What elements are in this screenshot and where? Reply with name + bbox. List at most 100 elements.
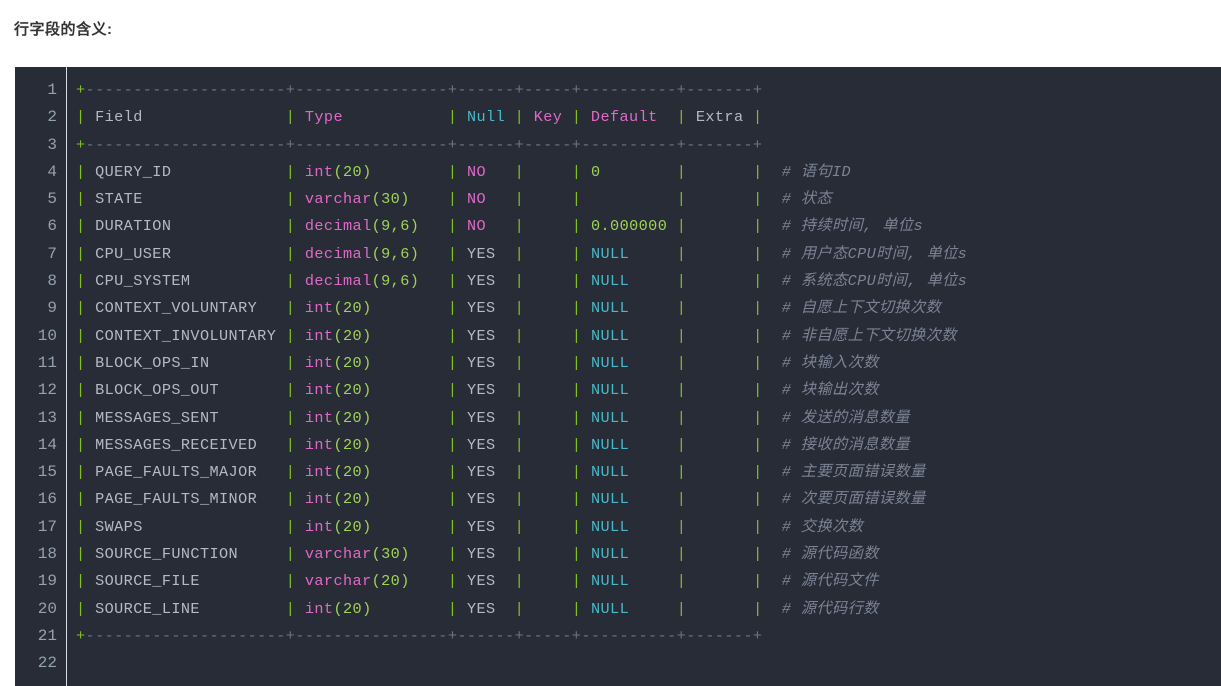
- column-separator: |: [76, 272, 86, 291]
- cell-default-pad: [629, 245, 677, 263]
- cell-null: YES: [457, 299, 515, 318]
- cell-default-gap: [581, 217, 591, 235]
- column-separator: |: [447, 599, 458, 618]
- column-separator: |: [447, 572, 458, 591]
- cell-default: NULL: [590, 599, 630, 618]
- column-separator: |: [514, 244, 525, 263]
- cell-type-name: varchar: [304, 545, 372, 564]
- row-comment: # 状态: [762, 190, 832, 209]
- row-comment: # 系统态CPU时间, 单位s: [762, 272, 968, 291]
- cell-default: NULL: [590, 326, 630, 345]
- column-separator: |: [571, 572, 582, 591]
- cell-type-args: (9,6): [371, 217, 420, 236]
- line-number: 13: [37, 408, 57, 427]
- cell-default: NULL: [590, 517, 630, 536]
- column-separator: |: [285, 162, 296, 181]
- column-separator: |: [571, 381, 582, 400]
- column-separator: |: [571, 190, 582, 209]
- column-separator: |: [753, 572, 763, 591]
- cell-type-name: int: [304, 599, 334, 618]
- cell-type-gap: [295, 299, 305, 317]
- cell-null: NO: [457, 217, 515, 236]
- code-content[interactable]: +---------------------+----------------+…: [67, 67, 1221, 686]
- table-row: | CONTEXT_VOLUNTARY | int(20) | YES | | …: [76, 295, 1221, 322]
- column-separator: |: [285, 108, 296, 127]
- cell-default-pad: [629, 463, 677, 481]
- column-separator: |: [514, 599, 525, 618]
- cell-field: DURATION: [85, 217, 286, 236]
- column-separator: |: [285, 244, 296, 263]
- column-separator: |: [76, 299, 86, 318]
- column-separator: |: [753, 599, 763, 618]
- cell-type-gap: [295, 436, 305, 454]
- column-separator: |: [753, 244, 763, 263]
- cell-default: NULL: [590, 572, 630, 591]
- line-number: 16: [37, 490, 57, 509]
- table-row: | MESSAGES_SENT | int(20) | YES | | NULL…: [76, 405, 1221, 432]
- cell-extra: [686, 327, 753, 345]
- column-separator: |: [447, 517, 458, 536]
- table-rule-top: +---------------------+----------------+…: [76, 77, 1221, 104]
- column-separator: |: [514, 353, 525, 372]
- cell-type-pad: [372, 354, 448, 372]
- cell-default: NULL: [590, 408, 630, 427]
- cell-type-args: (20): [333, 435, 372, 454]
- line-number: 5: [47, 190, 57, 209]
- line-number-gutter: 1 2 3 4 5 6 7 8 9 10 11 12 13 14 15 16 17 18 19 20 21 22: [15, 67, 67, 686]
- cell-default: 0: [590, 162, 601, 181]
- cell-field: MESSAGES_SENT: [85, 408, 286, 427]
- cell-type-args: (20): [333, 326, 372, 345]
- column-separator: |: [676, 299, 687, 318]
- column-separator: |: [285, 299, 296, 318]
- cell-extra: [686, 463, 753, 481]
- cell-type-pad: [372, 163, 448, 181]
- cell-key: [524, 490, 572, 508]
- column-separator: |: [753, 108, 763, 127]
- header-key: Key: [524, 108, 572, 127]
- column-separator: |: [285, 517, 296, 536]
- column-separator: |: [285, 353, 296, 372]
- cell-key: [524, 299, 572, 317]
- cell-key: [524, 354, 572, 372]
- column-separator: |: [676, 217, 687, 236]
- cell-extra: [686, 600, 753, 618]
- cell-null: YES: [457, 463, 515, 482]
- column-separator: |: [76, 244, 86, 263]
- cell-default-pad: [629, 518, 677, 536]
- cell-type-name: varchar: [304, 572, 372, 591]
- cell-extra: [686, 572, 753, 590]
- cell-extra: [686, 354, 753, 372]
- column-separator: |: [676, 244, 687, 263]
- row-comment: # 源代码行数: [762, 599, 879, 618]
- column-separator: |: [676, 326, 687, 345]
- column-separator: |: [676, 190, 687, 209]
- rule-dashes: ---------------------+----------------+-…: [85, 135, 763, 154]
- cell-default: NULL: [590, 490, 630, 509]
- table-row: | MESSAGES_RECEIVED | int(20) | YES | | …: [76, 432, 1221, 459]
- column-separator: |: [285, 408, 296, 427]
- row-comment: # 主要页面错误数量: [762, 463, 926, 482]
- column-separator: |: [676, 272, 687, 291]
- column-separator: |: [285, 572, 296, 591]
- cell-type-name: varchar: [304, 190, 372, 209]
- cell-type-name: decimal: [304, 244, 372, 263]
- column-separator: |: [76, 408, 86, 427]
- cell-default-gap: [581, 272, 591, 290]
- cell-field: MESSAGES_RECEIVED: [85, 435, 286, 454]
- cell-extra: [686, 272, 753, 290]
- column-separator: |: [676, 435, 687, 454]
- column-separator: |: [753, 435, 763, 454]
- column-separator: |: [285, 463, 296, 482]
- cell-null: YES: [457, 490, 515, 509]
- cell-default: NULL: [590, 272, 630, 291]
- cell-type-gap: [295, 572, 305, 590]
- header-field: Field: [85, 108, 286, 127]
- cell-type-name: int: [304, 490, 334, 509]
- column-separator: |: [676, 353, 687, 372]
- line-number: 19: [37, 572, 57, 591]
- cell-type-gap: [295, 409, 305, 427]
- column-separator: |: [514, 217, 525, 236]
- row-comment: # 非自愿上下文切换次数: [762, 326, 957, 345]
- table-row: | BLOCK_OPS_IN | int(20) | YES | | NULL …: [76, 350, 1221, 377]
